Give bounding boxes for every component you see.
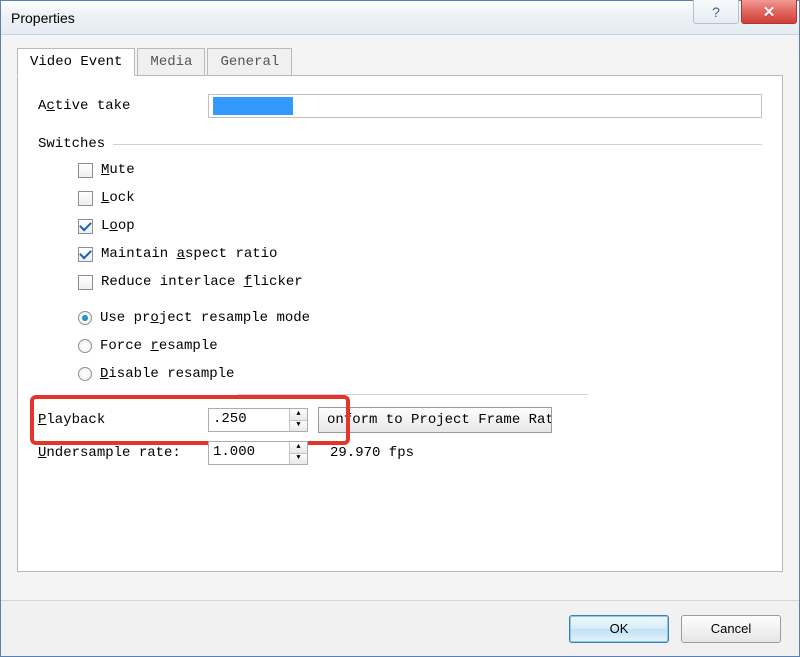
- fps-readout: 29.970 fps: [330, 445, 414, 461]
- radio-disable-resample[interactable]: Disable resample: [78, 366, 762, 382]
- switches-header: Switches: [38, 136, 762, 152]
- active-take-input[interactable]: [208, 94, 762, 118]
- switch-mute[interactable]: Mute: [78, 162, 762, 178]
- playback-spinner[interactable]: .250 ▲ ▼: [208, 408, 308, 432]
- undersample-spinner[interactable]: 1.000 ▲ ▼: [208, 441, 308, 465]
- active-take-value: [213, 97, 293, 115]
- radio-label: Use project resample mode: [100, 310, 310, 326]
- divider: [113, 144, 762, 145]
- undersample-label: Undersample rate:: [38, 445, 198, 461]
- window-buttons: ? ✕: [693, 1, 799, 34]
- content-area: Video Event Media General Active take Sw…: [1, 35, 799, 600]
- switch-lock[interactable]: Lock: [78, 190, 762, 206]
- switch-reduce-flicker[interactable]: Reduce interlace flicker: [78, 274, 762, 290]
- switch-label: Lock: [101, 190, 135, 206]
- tab-media[interactable]: Media: [137, 48, 205, 76]
- spin-down-icon[interactable]: ▼: [290, 420, 307, 432]
- undersample-value[interactable]: 1.000: [209, 442, 289, 464]
- checkbox-icon: [78, 247, 93, 262]
- tab-video-event[interactable]: Video Event: [17, 48, 135, 76]
- active-take-label: Active take: [38, 98, 208, 114]
- spin-up-icon[interactable]: ▲: [290, 442, 307, 453]
- switch-label: Mute: [101, 162, 135, 178]
- dialog-footer: OK Cancel: [1, 600, 799, 656]
- switch-loop[interactable]: Loop: [78, 218, 762, 234]
- undersample-row: Undersample rate: 1.000 ▲ ▼ 29.970 fps: [38, 441, 762, 465]
- properties-dialog: Properties ? ✕ Video Event Media General…: [0, 0, 800, 657]
- switch-label: Maintain aspect ratio: [101, 246, 277, 262]
- help-icon: ?: [712, 4, 720, 20]
- window-title: Properties: [11, 10, 693, 26]
- cancel-button[interactable]: Cancel: [681, 615, 781, 643]
- spin-down-icon[interactable]: ▼: [290, 453, 307, 465]
- ok-button[interactable]: OK: [569, 615, 669, 643]
- playback-row: Playback .250 ▲ ▼ onform to Project Fram…: [38, 407, 762, 433]
- switch-label: Reduce interlace flicker: [101, 274, 303, 290]
- radio-label: Disable resample: [100, 366, 234, 382]
- checkbox-icon: [78, 191, 93, 206]
- close-icon: ✕: [763, 3, 776, 21]
- switches-label: Switches: [38, 136, 105, 152]
- radio-icon: [78, 367, 92, 381]
- spinner-arrows: ▲ ▼: [289, 442, 307, 464]
- divider: [238, 394, 588, 395]
- checkbox-icon: [78, 275, 93, 290]
- checkbox-icon: [78, 219, 93, 234]
- titlebar[interactable]: Properties ? ✕: [1, 1, 799, 35]
- spin-up-icon[interactable]: ▲: [290, 409, 307, 420]
- radio-label: Force resample: [100, 338, 218, 354]
- playback-label: Playback: [38, 412, 198, 428]
- close-button[interactable]: ✕: [741, 0, 797, 24]
- tab-panel-video-event: Active take Switches Mute Lock Loop: [17, 75, 783, 572]
- switch-aspect-ratio[interactable]: Maintain aspect ratio: [78, 246, 762, 262]
- active-take-row: Active take: [38, 94, 762, 118]
- help-button[interactable]: ?: [693, 0, 739, 24]
- switch-label: Loop: [101, 218, 135, 234]
- radio-project-resample[interactable]: Use project resample mode: [78, 310, 762, 326]
- conform-frame-rate-button[interactable]: onform to Project Frame Rat: [318, 407, 552, 433]
- radio-icon: [78, 339, 92, 353]
- spinner-arrows: ▲ ▼: [289, 409, 307, 431]
- checkbox-icon: [78, 163, 93, 178]
- radio-icon: [78, 311, 92, 325]
- tab-general[interactable]: General: [207, 48, 292, 76]
- radio-force-resample[interactable]: Force resample: [78, 338, 762, 354]
- playback-value[interactable]: .250: [209, 409, 289, 431]
- tab-strip: Video Event Media General: [17, 47, 783, 75]
